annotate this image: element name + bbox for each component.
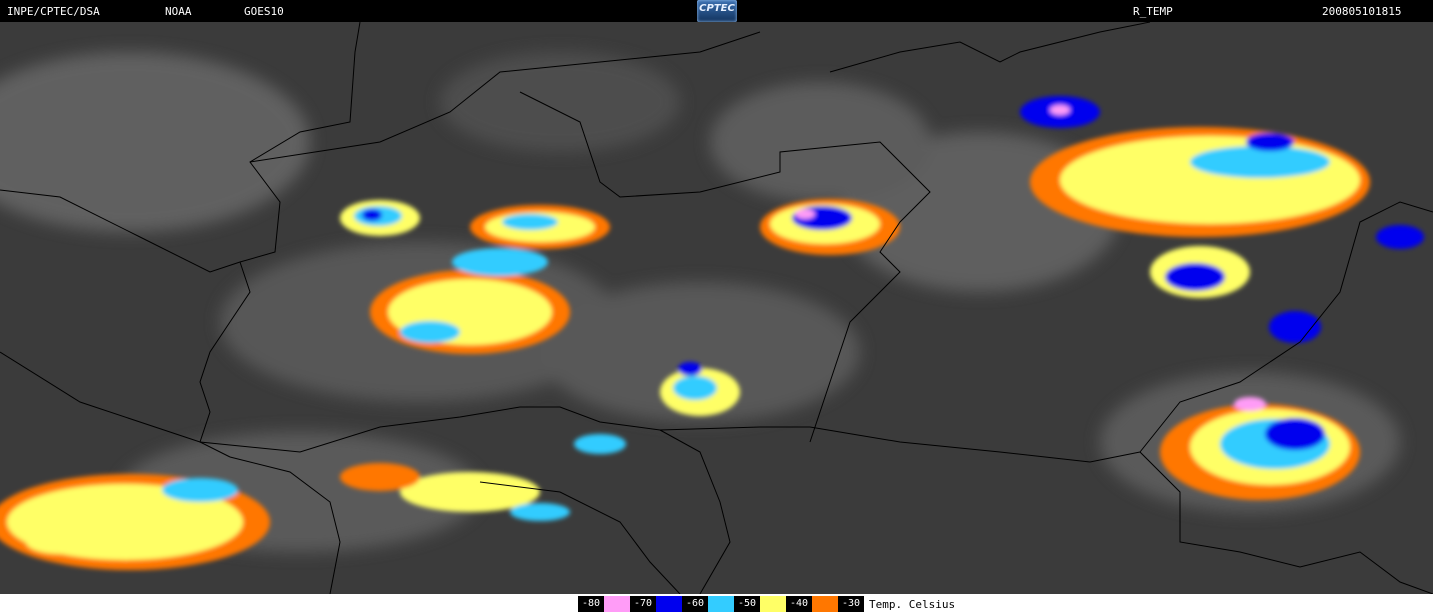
legend-row: -80 -70 -60 -50 -40 -30 Temp. Celsius [578, 596, 955, 612]
legend-label-2: -70 [630, 596, 656, 612]
agency-label: NOAA [165, 5, 192, 18]
legend-bar: -80 -70 -60 -50 -40 -30 Temp. Celsius [0, 594, 1433, 614]
convection-cluster-southwest [0, 474, 270, 570]
datetime-label: 200805101815 [1322, 5, 1402, 18]
legend-swatch-5 [812, 596, 838, 612]
legend-swatch-4 [760, 596, 786, 612]
satellite-image [0, 22, 1433, 594]
header-bar: INPE/CPTEC/DSA NOAA GOES10 CPTEC R_TEMP … [0, 0, 1433, 22]
legend-label-4: -50 [734, 596, 760, 612]
product-label: R_TEMP [1133, 5, 1173, 18]
legend-unit: Temp. Celsius [869, 597, 956, 611]
cptec-logo: CPTEC [697, 0, 737, 22]
satellite-svg [0, 22, 1433, 594]
legend-label-3: -60 [682, 596, 708, 612]
legend-swatch-2 [656, 596, 682, 612]
cloud-veil [440, 52, 680, 152]
cloud-veil [710, 82, 930, 202]
legend-swatch-3 [708, 596, 734, 612]
convection-cluster-west-north [340, 200, 420, 236]
legend-label-1: -80 [578, 596, 604, 612]
legend-swatch-1 [604, 596, 630, 612]
logo-text: CPTEC [699, 3, 735, 14]
satellite-label: GOES10 [244, 5, 284, 18]
source-label: INPE/CPTEC/DSA [7, 5, 100, 18]
legend-label-6: -30 [838, 596, 864, 612]
legend-label-5: -40 [786, 596, 812, 612]
